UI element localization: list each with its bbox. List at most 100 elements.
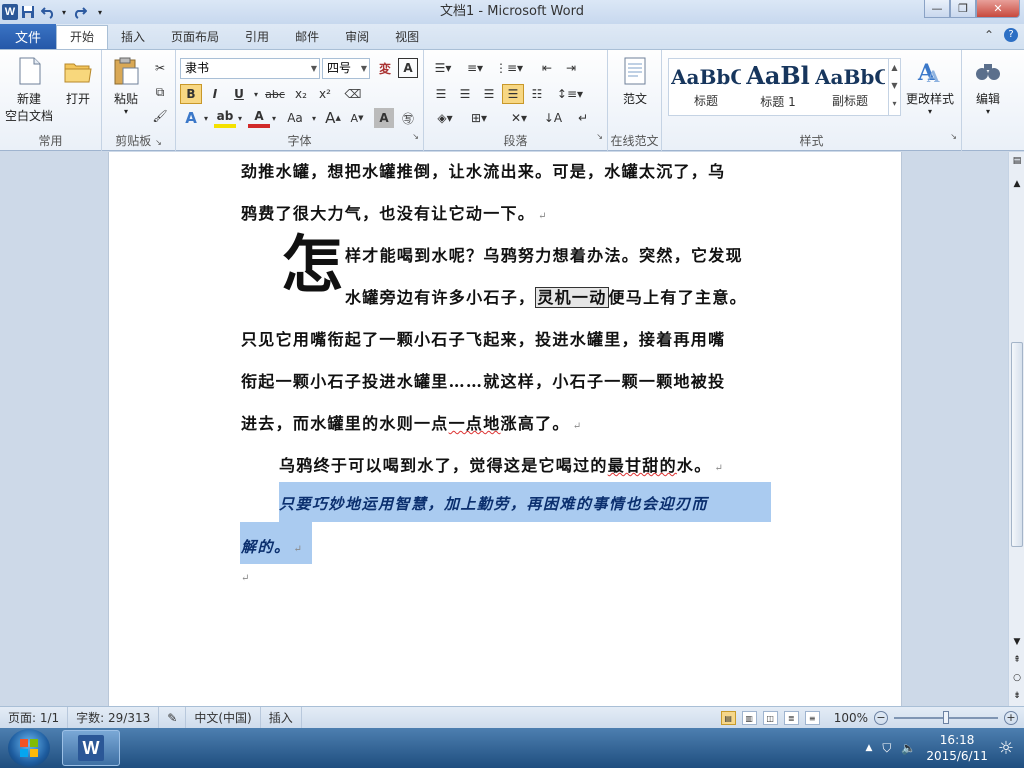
weather-icon[interactable]: ☼ <box>998 738 1014 759</box>
highlight-dropdown-icon[interactable]: ▾ <box>236 108 244 128</box>
draft-view-icon[interactable]: ≡ <box>804 711 820 725</box>
align-left-icon[interactable]: ☰ <box>430 84 452 104</box>
distributed-icon[interactable]: ☷ <box>526 84 548 104</box>
document-page[interactable]: 劲推水罐，想把水罐推倒，让水流出来。可是，水罐太沉了，乌 鸦费了很大力气，也没有… <box>108 152 902 706</box>
increase-indent-icon[interactable]: ⇥ <box>560 58 582 78</box>
line-spacing-icon[interactable]: ↕≡▾ <box>556 84 584 104</box>
dialog-launcher-icon[interactable]: ↘ <box>412 132 419 141</box>
help-icon[interactable]: ? <box>1004 28 1018 42</box>
font-size-combo[interactable]: 四号 ▼ <box>322 58 370 79</box>
ruler-toggle-icon[interactable]: ▤ <box>1011 156 1023 170</box>
print-layout-view-icon[interactable]: ▤ <box>720 711 736 725</box>
new-blank-document-button[interactable]: 新建 空白文档 <box>4 56 54 124</box>
zoom-level[interactable]: 100% <box>834 711 868 725</box>
previous-page-icon[interactable]: ⇞ <box>1009 652 1024 668</box>
save-icon[interactable] <box>20 4 36 20</box>
word-count[interactable]: 字数: 29/313 <box>68 706 160 729</box>
minimize-button[interactable]: — <box>924 0 950 18</box>
text-effects-icon[interactable]: A <box>180 108 202 128</box>
browse-object-icon[interactable]: ○ <box>1009 670 1024 686</box>
change-case-button[interactable]: Aa <box>282 108 308 128</box>
full-screen-view-icon[interactable]: ▥ <box>741 711 757 725</box>
show-marks-icon[interactable]: ↵ <box>572 108 594 128</box>
char-border-icon[interactable]: A <box>398 58 418 78</box>
open-button[interactable]: 打开 <box>58 56 98 107</box>
phonetic-guide-icon[interactable]: 変 <box>374 58 396 78</box>
zoom-slider[interactable] <box>894 711 998 724</box>
dialog-launcher-icon[interactable]: ↘ <box>596 132 603 141</box>
tab-review[interactable]: 审阅 <box>332 26 382 49</box>
enclose-characters-icon[interactable]: ㊢ <box>398 108 418 128</box>
customize-toolbar-icon[interactable]: ▾ <box>92 4 108 20</box>
taskbar-word-button[interactable]: W <box>62 730 120 766</box>
cut-icon[interactable]: ✂ <box>150 58 170 78</box>
tab-file[interactable]: 文件 <box>0 24 56 49</box>
borders-icon[interactable]: ⊞▾ <box>464 108 494 128</box>
scroll-up-icon[interactable]: ▲ <box>1009 176 1024 192</box>
sort-icon[interactable]: ↓A <box>542 108 564 128</box>
zoom-in-icon[interactable]: + <box>1004 711 1018 725</box>
justify-icon[interactable]: ☰ <box>502 84 524 104</box>
word-app-icon[interactable]: W <box>2 4 18 20</box>
font-name-combo[interactable]: 隶书 ▼ <box>180 58 320 79</box>
shading-icon[interactable]: ◈▾ <box>430 108 460 128</box>
italic-button[interactable]: I <box>204 84 226 104</box>
style-heading-1[interactable]: AaBl 标题 1 <box>743 59 813 115</box>
language-indicator[interactable]: 中文(中国) <box>186 706 261 729</box>
char-shading-button[interactable]: A <box>374 108 394 128</box>
tab-insert[interactable]: 插入 <box>108 26 158 49</box>
strikethrough-button[interactable]: abc <box>262 84 288 104</box>
font-color-icon[interactable]: A <box>248 108 270 128</box>
template-button[interactable]: 范文 <box>614 56 656 107</box>
font-color-dropdown-icon[interactable]: ▾ <box>270 108 278 128</box>
style-subtitle[interactable]: AaBbC 副标题 <box>815 59 885 115</box>
web-layout-view-icon[interactable]: ◫ <box>762 711 778 725</box>
network-icon[interactable]: ⛉ <box>882 741 891 756</box>
tab-references[interactable]: 引用 <box>232 26 282 49</box>
paste-dropdown-icon[interactable]: ▾ <box>124 107 128 116</box>
outline-view-icon[interactable]: ≣ <box>783 711 799 725</box>
text-effects-dropdown-icon[interactable]: ▾ <box>202 108 210 128</box>
highlight-icon[interactable]: ab <box>214 108 236 128</box>
bold-button[interactable]: B <box>180 84 202 104</box>
tab-view[interactable]: 视图 <box>382 26 432 49</box>
style-heading[interactable]: AaBbC 标题 <box>671 59 741 115</box>
change-styles-button[interactable]: AA 更改样式 ▾ <box>904 56 956 116</box>
show-hidden-icons-icon[interactable]: ▲ <box>865 743 872 753</box>
volume-icon[interactable]: 🔈 <box>901 741 916 755</box>
tab-home[interactable]: 开始 <box>56 25 109 49</box>
multilevel-list-icon[interactable]: ⋮≡▾ <box>494 58 524 78</box>
next-page-icon[interactable]: ⇟ <box>1009 688 1024 704</box>
edit-button[interactable]: 编辑 ▾ <box>968 56 1008 116</box>
zoom-out-icon[interactable]: − <box>874 711 888 725</box>
undo-dropdown-icon[interactable]: ▾ <box>60 4 68 20</box>
shrink-font-button[interactable]: A ▼ <box>346 108 368 128</box>
zoom-slider-thumb[interactable] <box>943 711 949 724</box>
vertical-scrollbar[interactable]: ▤ ▲ ▼ ⇞ ○ ⇟ <box>1008 152 1024 706</box>
copy-icon[interactable]: ⧉ <box>150 82 170 102</box>
subscript-button[interactable]: x₂ <box>290 84 312 104</box>
close-button[interactable]: ✕ <box>976 0 1020 18</box>
dialog-launcher-icon[interactable]: ↘ <box>155 138 162 147</box>
scroll-thumb[interactable] <box>1011 342 1023 547</box>
chinese-layout-icon[interactable]: ✕▾ <box>504 108 534 128</box>
superscript-button[interactable]: x² <box>314 84 336 104</box>
page-count[interactable]: 页面: 1/1 <box>0 706 69 729</box>
clock[interactable]: 16:18 2015/6/11 <box>926 732 988 764</box>
format-painter-icon[interactable]: 🖌 <box>150 106 170 126</box>
grow-font-button[interactable]: A ▲ <box>322 108 344 128</box>
redo-icon[interactable] <box>72 4 88 20</box>
start-button[interactable] <box>8 729 50 767</box>
scroll-down-icon[interactable]: ▼ <box>1009 634 1024 650</box>
paste-button[interactable]: 粘贴 ▾ <box>108 56 144 116</box>
underline-dropdown-icon[interactable]: ▾ <box>252 84 260 104</box>
bullets-icon[interactable]: ☰▾ <box>430 58 456 78</box>
maximize-button[interactable]: ❐ <box>950 0 976 18</box>
clear-formatting-icon[interactable]: ⌫ <box>342 84 364 104</box>
proofing-icon[interactable]: ✎ <box>159 706 187 729</box>
align-right-icon[interactable]: ☰ <box>478 84 500 104</box>
align-center-icon[interactable]: ☰ <box>454 84 476 104</box>
numbering-icon[interactable]: ≡▾ <box>460 58 490 78</box>
tab-mailings[interactable]: 邮件 <box>282 26 332 49</box>
decrease-indent-icon[interactable]: ⇤ <box>536 58 558 78</box>
